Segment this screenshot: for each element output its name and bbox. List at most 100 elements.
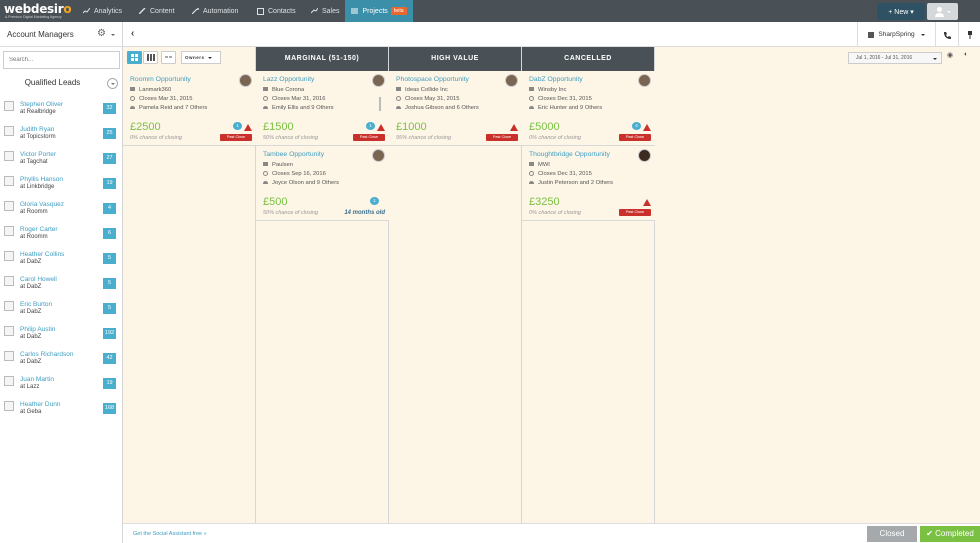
lead-name[interactable]: Carol Howell (20, 276, 57, 283)
notification-badge[interactable]: 1 (233, 122, 242, 130)
card-company: Winsby Inc (529, 87, 566, 93)
lead-name[interactable]: Carlos Richardson (20, 351, 73, 358)
owners-dropdown[interactable]: Owners (181, 51, 221, 64)
opportunity-card[interactable]: DabZ Opportunity Winsby Inc Closes Dec 3… (522, 71, 655, 146)
past-close-badge: Past Close (353, 134, 385, 141)
eye-icon[interactable]: ◉ (947, 51, 953, 59)
lead-company: at DabZ (20, 259, 42, 265)
phone-button[interactable] (935, 22, 958, 47)
card-closes: Closes Dec 31, 2015 (529, 96, 592, 102)
card-title[interactable]: Photospace Opportunity (396, 76, 469, 83)
lead-item[interactable]: Philip Austin at DabZ 192 (0, 323, 122, 348)
card-title[interactable]: Roomm Opportunity (130, 76, 191, 83)
card-chance: 50% chance of closing (263, 210, 319, 216)
column-header: HIGH VALUE (389, 47, 521, 71)
user-menu-button[interactable] (927, 3, 958, 20)
notification-badge[interactable]: 4 (632, 122, 641, 130)
notification-badge[interactable]: 1 (366, 122, 375, 130)
chevron-down-icon[interactable] (111, 34, 115, 36)
logo[interactable]: webdesiro (4, 2, 72, 16)
lead-item[interactable]: Roger Carter at Roomm 6 (0, 223, 122, 248)
column-header: CANCELLED (522, 47, 654, 71)
back-chevron-icon[interactable]: ‹ (131, 28, 134, 39)
qualified-leads-dropdown[interactable] (107, 78, 118, 89)
lead-company: at DabZ (20, 359, 42, 365)
lead-name[interactable]: Philip Austin (20, 326, 55, 333)
building-icon (529, 162, 534, 167)
nav-contacts[interactable]: Contacts (257, 0, 303, 22)
card-company-text: Ideas Collide Inc (405, 87, 448, 93)
lead-company: at Realbridge (20, 109, 56, 115)
nav-automation[interactable]: Automation (191, 0, 248, 22)
lead-name[interactable]: Gloria Vasquez (20, 201, 64, 208)
lead-name[interactable]: Juan Martin (20, 376, 54, 383)
lead-item[interactable]: Gloria Vasquez at Roomm 4 (0, 198, 122, 223)
lead-item[interactable]: Juan Martin at Lazz 19 (0, 373, 122, 398)
sharpspring-dropdown[interactable]: SharpSpring (857, 22, 935, 47)
nav-projects[interactable]: Projects beta (345, 0, 413, 22)
lead-item[interactable]: Carol Howell at DabZ 5 (0, 273, 122, 298)
lead-company: at DabZ (20, 309, 42, 315)
phone-icon (944, 31, 951, 39)
lead-name[interactable]: Roger Carter (20, 226, 58, 233)
lead-company: at Geba (20, 409, 42, 415)
card-amount: £500 (263, 196, 288, 208)
nav-analytics[interactable]: Analytics (82, 0, 130, 22)
lead-name[interactable]: Stephen Oliver (20, 101, 63, 108)
nav-sales[interactable]: Sales (310, 0, 345, 22)
expand-button[interactable] (161, 51, 176, 64)
nav-label: Analytics (94, 7, 123, 15)
lead-item[interactable]: Heather Dunn at Geba 168 (0, 398, 122, 423)
lead-count-badge: 168 (103, 403, 116, 414)
lead-name[interactable]: Judith Ryan (20, 126, 54, 133)
search-input[interactable] (3, 51, 120, 69)
social-assistant-link[interactable]: Get the Social Assistant free » (133, 531, 207, 537)
lead-name[interactable]: Victor Porter (20, 151, 56, 158)
opportunity-card[interactable]: Thoughtbridge Opportunity MWI Closes Dec… (522, 146, 655, 221)
logo-text: webdesir (4, 2, 64, 16)
card-scrollbar[interactable] (379, 97, 381, 111)
lead-name[interactable]: Phyllis Hanson (20, 176, 63, 183)
list-icon (351, 8, 359, 14)
nav-label: Content (150, 7, 175, 15)
owner-avatar (372, 149, 385, 162)
opportunity-card[interactable]: Roomm Opportunity Lanmark360 Closes Mar … (123, 71, 256, 146)
card-people: Joshua Gibson and 6 Others (396, 105, 479, 111)
lead-item[interactable]: Victor Porter at Tagchat 27 (0, 148, 122, 173)
lead-item[interactable]: Phyllis Hanson at Linkbridge 19 (0, 173, 122, 198)
opportunity-card[interactable]: Lazz Opportunity Blue Corona Closes Mar … (256, 71, 389, 146)
lead-name[interactable]: Eric Burton (20, 301, 52, 308)
card-company: Ideas Collide Inc (396, 87, 448, 93)
pipeline-board: Owners Roomm Opportunity Lanmark360 Clos… (123, 47, 980, 523)
completed-button[interactable]: ✔ Completed (920, 526, 980, 542)
lead-item[interactable]: Eric Burton at DabZ 5 (0, 298, 122, 323)
closed-button[interactable]: Closed (867, 526, 917, 542)
card-title[interactable]: Lazz Opportunity (263, 76, 314, 83)
lead-item[interactable]: Carlos Richardson at DabZ 42 (0, 348, 122, 373)
lead-item[interactable]: Judith Ryan at Topicstorm 25 (0, 123, 122, 148)
pin-button[interactable] (958, 22, 980, 47)
lead-item[interactable]: Stephen Oliver at Realbridge 32 (0, 98, 122, 123)
card-chance: 0% chance of closing (529, 210, 581, 216)
opportunity-card[interactable]: Tambee Opportunity Paulsen Closes Sep 16… (256, 146, 389, 221)
card-people: Justin Peterson and 2 Others (529, 180, 613, 186)
card-title[interactable]: Thoughtbridge Opportunity (529, 151, 610, 158)
card-title[interactable]: DabZ Opportunity (529, 76, 583, 83)
nav-content[interactable]: Content (138, 0, 183, 22)
date-range-picker[interactable]: Jul 1, 2016 - Jul 31, 2016 (848, 52, 942, 64)
gauge-icon[interactable]: ◐ (964, 51, 968, 58)
lead-name[interactable]: Heather Dunn (20, 401, 60, 408)
owner-avatar (638, 74, 651, 87)
past-close-badge: Past Close (486, 134, 518, 141)
lead-company: at Lazz (20, 384, 40, 390)
warning-icon (643, 199, 651, 206)
lead-name[interactable]: Heather Collins (20, 251, 64, 258)
grid-view-button[interactable] (127, 51, 142, 64)
notification-badge[interactable]: 1 (370, 197, 379, 205)
new-button[interactable]: + New ▾ (877, 3, 925, 20)
card-title[interactable]: Tambee Opportunity (263, 151, 324, 158)
gear-icon[interactable]: ⚙ (97, 29, 106, 39)
list-view-button[interactable] (143, 51, 158, 64)
opportunity-card[interactable]: Photospace Opportunity Ideas Collide Inc… (389, 71, 522, 146)
lead-item[interactable]: Heather Collins at DabZ 5 (0, 248, 122, 273)
